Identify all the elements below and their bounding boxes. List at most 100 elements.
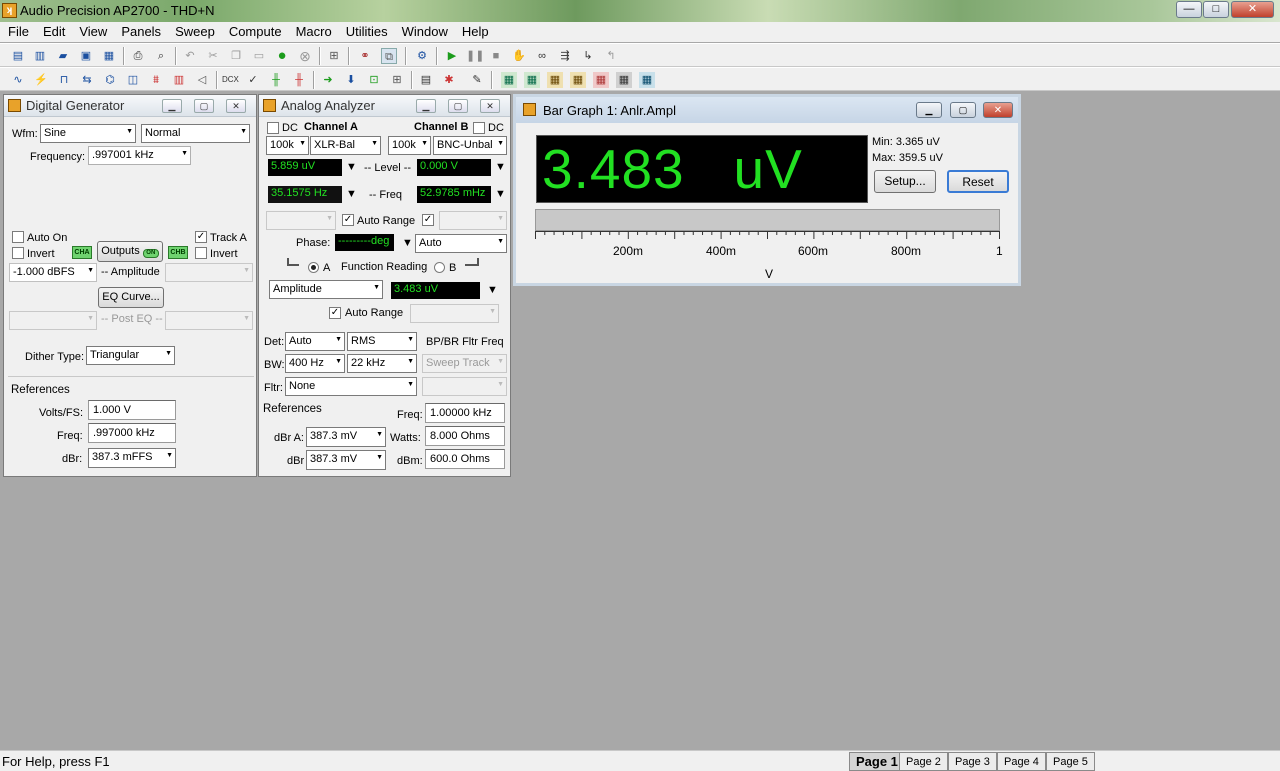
function-range-select[interactable] — [410, 304, 499, 323]
page-grid-2-icon[interactable]: ▦ — [524, 72, 540, 88]
watts-input[interactable]: 8.000 Ohms — [425, 426, 505, 446]
dbr-b-select[interactable]: 387.3 mV — [306, 450, 386, 470]
post-eq-a-select[interactable] — [9, 311, 97, 330]
filter-select[interactable]: None — [285, 377, 417, 396]
amplitude-a-select[interactable]: -1.000 dBFS — [9, 263, 97, 282]
reset-button[interactable]: Reset — [947, 170, 1009, 193]
binoculars-icon[interactable]: ∞ — [534, 48, 550, 64]
outputs-button[interactable]: Outputs ON — [97, 241, 163, 262]
waveform-select[interactable]: Sine — [40, 124, 136, 143]
hand-icon[interactable]: ✋ — [511, 48, 527, 64]
save-all-icon[interactable]: ▦ — [101, 48, 117, 64]
input-a-select[interactable]: XLR-Bal — [310, 136, 381, 155]
function-unit-icon[interactable]: ▼ — [487, 284, 498, 296]
dbm-input[interactable]: 600.0 Ohms — [425, 449, 505, 469]
dbr-a-select[interactable]: 387.3 mV — [306, 427, 386, 447]
dsp-icon[interactable]: ⌬ — [102, 72, 118, 88]
minimize-icon[interactable]: ▁ — [162, 99, 182, 113]
menu-edit[interactable]: Edit — [35, 22, 71, 39]
link-toggle-icon[interactable]: ⧉ — [381, 48, 397, 64]
bargraph-icon[interactable]: ▥ — [171, 72, 187, 88]
switcher-icon[interactable]: ⇆ — [79, 72, 95, 88]
minimize-icon[interactable]: ▁ — [916, 102, 942, 118]
step-icon[interactable]: ⇶ — [557, 48, 573, 64]
function-a-radio[interactable] — [308, 262, 319, 273]
detector-mode-select[interactable]: RMS — [347, 332, 417, 351]
freq-unit-b-icon[interactable]: ▼ — [495, 188, 506, 200]
play-icon[interactable]: ▶ — [444, 48, 460, 64]
pause-icon[interactable]: ❚❚ — [466, 48, 484, 64]
level-unit-a-icon[interactable]: ▼ — [346, 161, 357, 173]
freq-unit-a-icon[interactable]: ▼ — [346, 188, 357, 200]
invert-b-checkbox[interactable] — [195, 247, 207, 259]
range-b-select[interactable]: 100k — [388, 136, 431, 155]
import-icon[interactable]: ⬇ — [343, 72, 359, 88]
filter-freq-select[interactable] — [422, 377, 507, 396]
freq-ref-input[interactable]: .997000 kHz — [88, 423, 176, 443]
close-icon[interactable]: ✕ — [983, 102, 1013, 118]
bandwidth-high-select[interactable]: 22 kHz — [347, 354, 417, 373]
page-grid-6-icon[interactable]: ▦ — [616, 72, 632, 88]
level-icon[interactable]: ╫ — [268, 72, 284, 88]
frequency-input[interactable]: .997001 kHz — [88, 146, 191, 165]
save-icon[interactable]: ▣ — [78, 48, 94, 64]
link-icon[interactable]: ⚭ — [357, 48, 373, 64]
speaker-icon[interactable]: ◁ — [194, 72, 210, 88]
phase-mode-select[interactable]: Auto — [415, 234, 507, 253]
cha-badge[interactable]: CHA — [72, 246, 92, 259]
page-tab-4[interactable]: Page 4 — [997, 752, 1046, 771]
menu-compute[interactable]: Compute — [221, 22, 288, 39]
dc-b-checkbox[interactable] — [473, 122, 485, 134]
export-icon[interactable]: ➜ — [320, 72, 336, 88]
panel-titlebar[interactable]: Digital Generator ▁ ▢ ✕ — [4, 95, 256, 117]
panel-titlebar[interactable]: Analog Analyzer ▁ ▢ ✕ — [259, 95, 510, 117]
page-grid-5-icon[interactable]: ▦ — [593, 72, 609, 88]
balance-icon[interactable]: ╫ — [291, 72, 307, 88]
menu-help[interactable]: Help — [454, 22, 495, 39]
page-grid-3-icon[interactable]: ▦ — [547, 72, 563, 88]
print-preview-icon[interactable]: ⌕ — [153, 48, 169, 64]
auto-on-checkbox[interactable] — [12, 231, 24, 243]
menu-file[interactable]: File — [0, 22, 35, 39]
input-b-select[interactable]: BNC-Unbal — [433, 136, 507, 155]
analyzer-icon[interactable]: ⚡ — [33, 72, 49, 88]
menu-view[interactable]: View — [71, 22, 113, 39]
menu-window[interactable]: Window — [394, 22, 454, 39]
invert-a-checkbox[interactable] — [12, 247, 24, 259]
auto-range-b-checkbox[interactable]: ✓ — [422, 214, 434, 226]
calibrate-icon[interactable]: ✱ — [441, 72, 457, 88]
print-icon[interactable]: ⎙ — [130, 48, 146, 64]
panel-icon[interactable]: ⊞ — [326, 48, 342, 64]
bar-graph-titlebar[interactable]: Bar Graph 1: Anlr.Ampl ▁ ▢ ✕ — [516, 97, 1018, 123]
bandwidth-low-select[interactable]: 400 Hz — [285, 354, 345, 373]
step-into-icon[interactable]: ↳ — [580, 48, 596, 64]
menu-utilities[interactable]: Utilities — [338, 22, 394, 39]
filter-icon[interactable]: ⩩ — [148, 72, 164, 88]
auto-range-2-checkbox[interactable]: ✓ — [329, 307, 341, 319]
meter-icon[interactable]: ▤ — [418, 72, 434, 88]
meter-a-select[interactable] — [266, 211, 336, 230]
new-test-icon[interactable]: ▥ — [32, 48, 48, 64]
track-a-checkbox[interactable]: ✓ — [195, 231, 207, 243]
page-grid-7-icon[interactable]: ▦ — [639, 72, 655, 88]
open-icon[interactable]: ▰ — [55, 48, 71, 64]
close-icon[interactable]: ✕ — [480, 99, 500, 113]
freq-ref-input[interactable]: 1.00000 kHz — [425, 403, 505, 423]
volts-fs-input[interactable]: 1.000 V — [88, 400, 176, 420]
setup-button[interactable]: Setup... — [874, 170, 936, 193]
cut-icon[interactable]: ✂ — [205, 48, 221, 64]
page-grid-4-icon[interactable]: ▦ — [570, 72, 586, 88]
page-grid-1-icon[interactable]: ▦ — [501, 72, 517, 88]
paste-icon[interactable]: ▭ — [251, 48, 267, 64]
page-tab-3[interactable]: Page 3 — [948, 752, 997, 771]
amplitude-b-select[interactable] — [165, 263, 253, 282]
dc-a-checkbox[interactable] — [267, 122, 279, 134]
range-a-select[interactable]: 100k — [266, 136, 309, 155]
notes-icon[interactable]: ✎ — [469, 72, 485, 88]
detector-select[interactable]: Auto — [285, 332, 345, 351]
restore-icon[interactable]: ▢ — [950, 102, 976, 118]
maximize-button[interactable]: □ — [1203, 1, 1229, 18]
phase-unit-icon[interactable]: ▼ — [402, 237, 413, 249]
close-button[interactable]: ✕ — [1231, 1, 1274, 18]
generator-icon[interactable]: ⊓ — [56, 72, 72, 88]
